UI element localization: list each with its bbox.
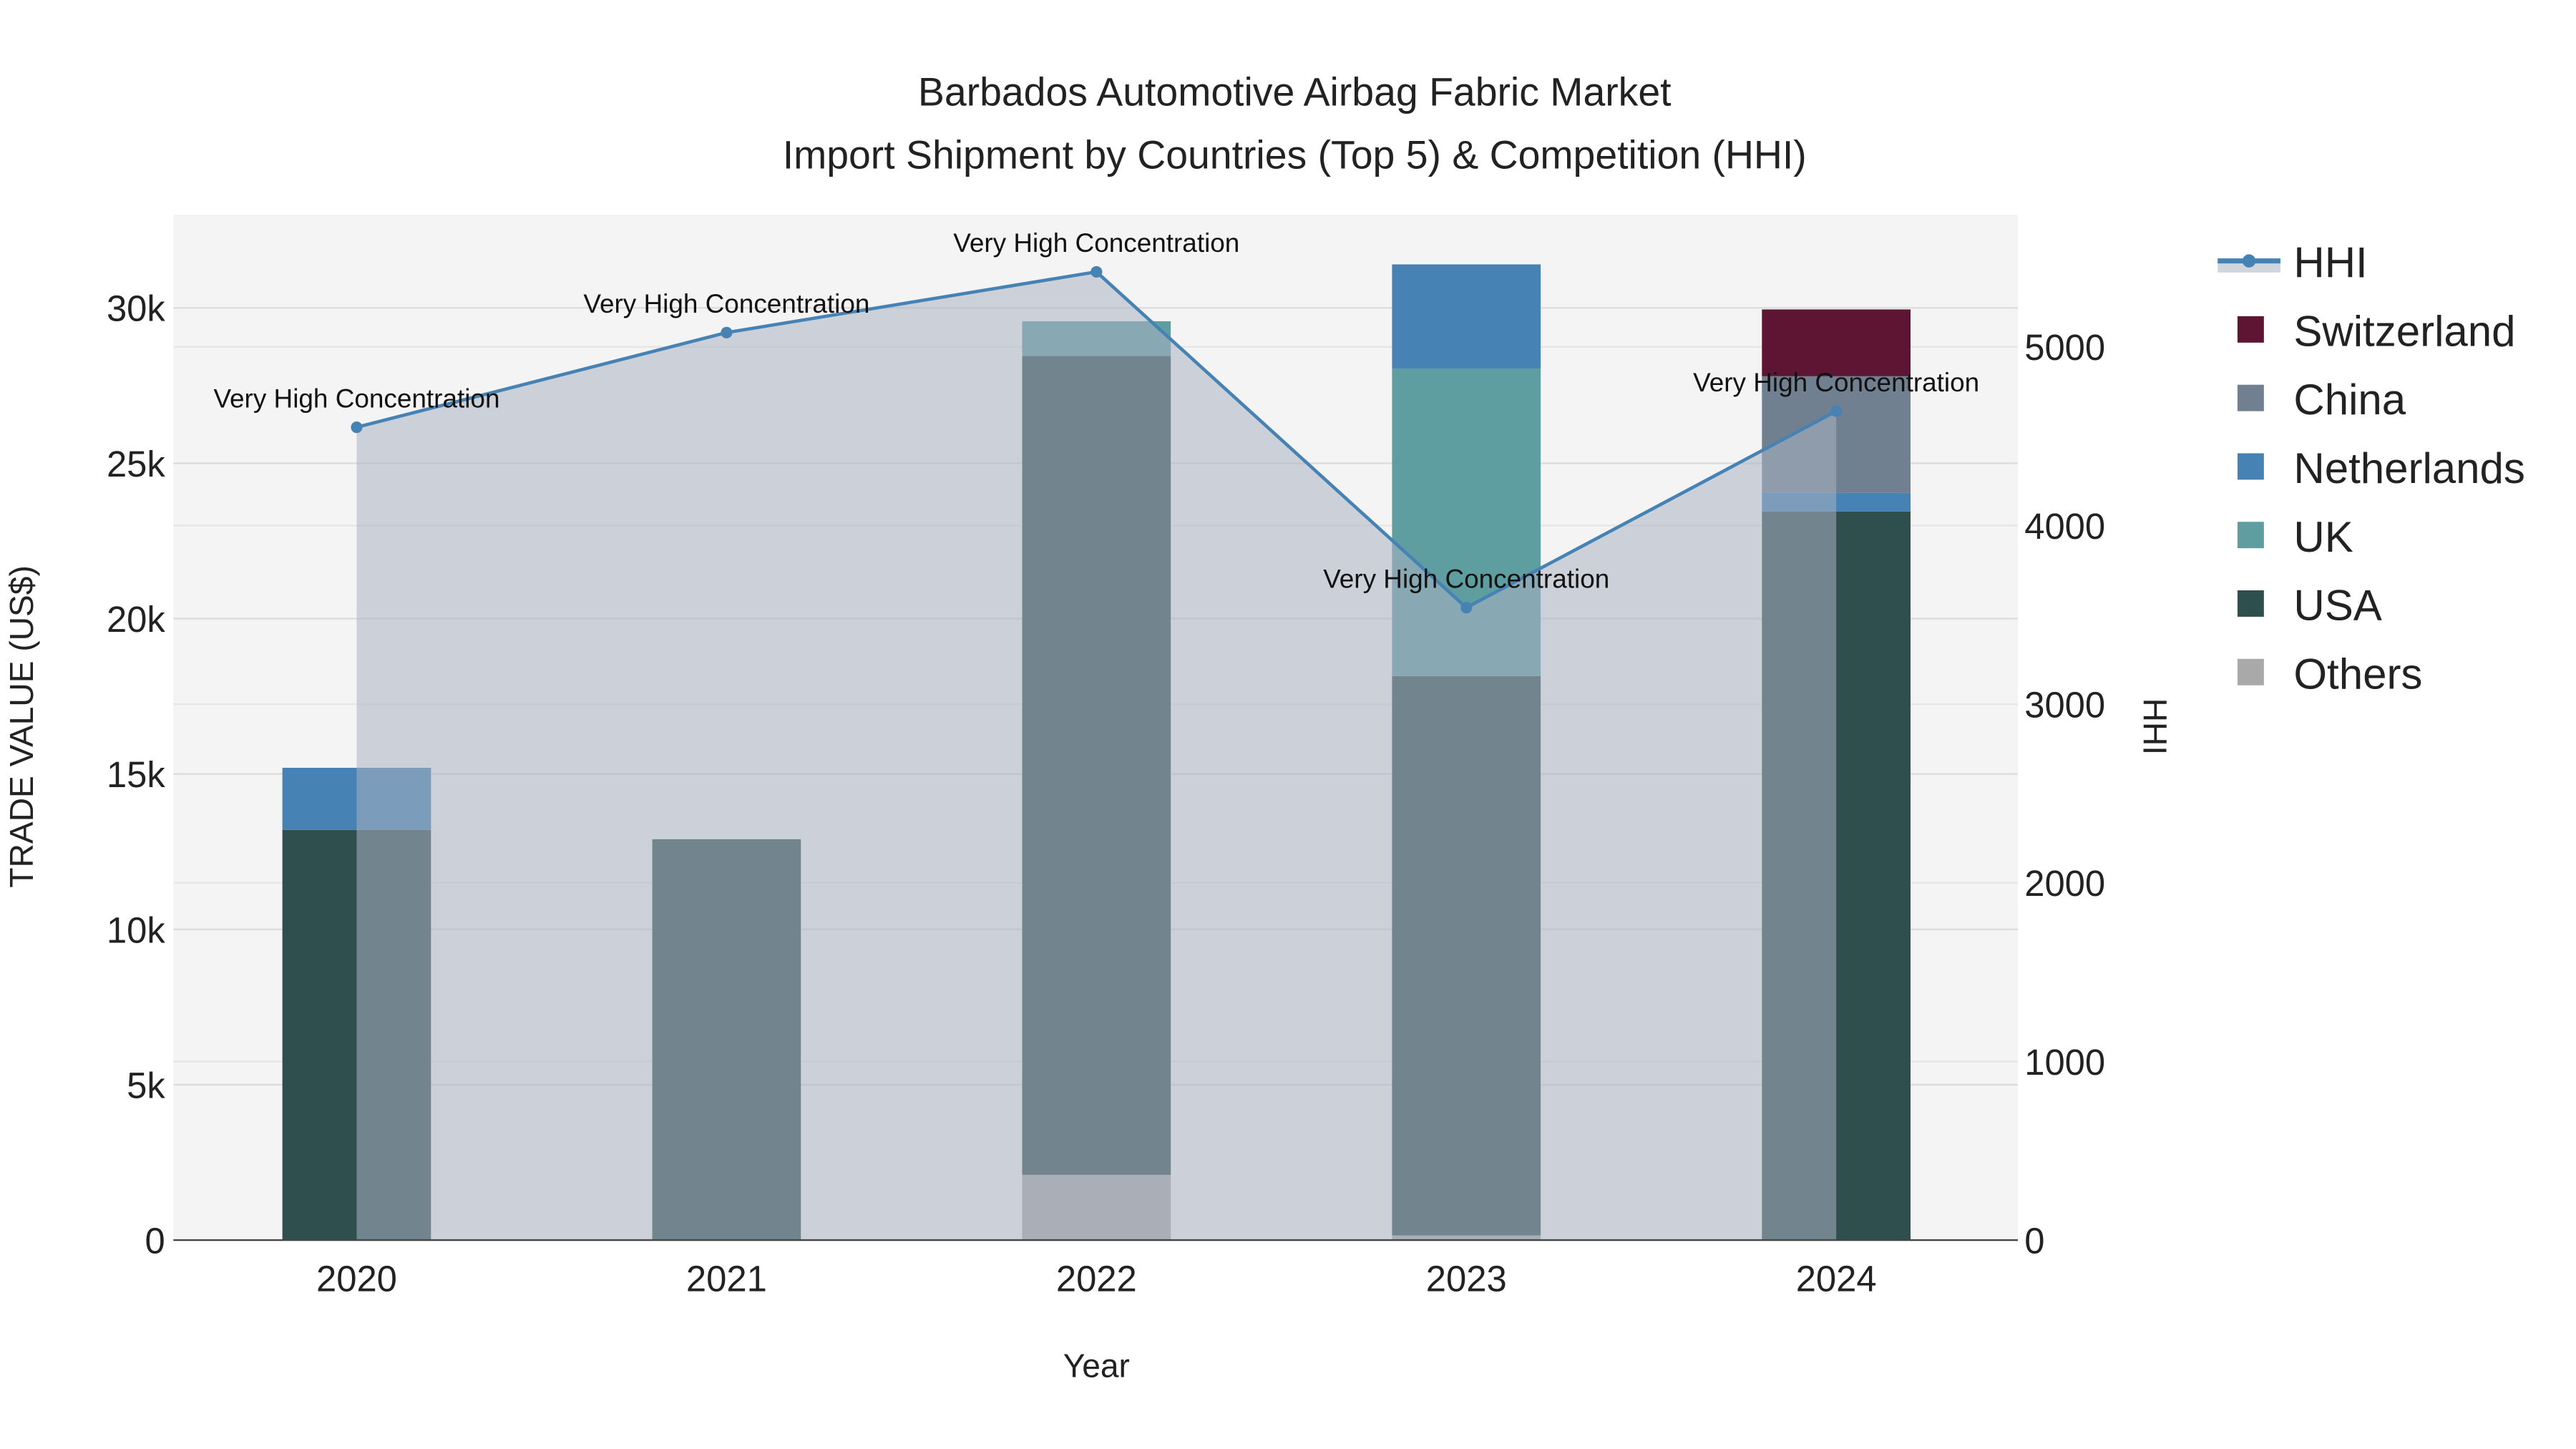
legend-label: Netherlands	[2293, 444, 2525, 492]
hhi-point	[1091, 265, 1103, 278]
chart: Barbados Automotive Airbag Fabric Market…	[3, 70, 2525, 1385]
y-tick-label: 10k	[107, 909, 165, 950]
y2-tick-label: 0	[2024, 1221, 2044, 1262]
hhi-annotation: Very High Concentration	[953, 228, 1239, 258]
y-tick-label: 30k	[107, 288, 165, 329]
legend-swatch-netherlands	[2237, 453, 2264, 480]
hhi-point	[1460, 602, 1473, 614]
legend-label: Switzerland	[2293, 307, 2515, 355]
y-tick-label: 0	[145, 1221, 165, 1262]
x-tick-label: 2024	[1796, 1259, 1877, 1299]
x-tick-label: 2020	[316, 1259, 397, 1299]
hhi-annotation: Very High Concentration	[1323, 565, 1609, 594]
legend-label: USA	[2293, 582, 2381, 630]
legend-hhi-marker	[2242, 254, 2256, 268]
legend-label: UK	[2293, 513, 2353, 561]
legend-swatch-switzerland	[2237, 316, 2264, 343]
hhi-point	[721, 326, 733, 338]
y2-tick-label: 4000	[2024, 506, 2105, 547]
y2-tick-label: 2000	[2024, 863, 2105, 904]
x-tick-label: 2022	[1056, 1259, 1137, 1299]
hhi-annotation: Very High Concentration	[213, 384, 499, 413]
y-axis-label: TRADE VALUE (US$)	[3, 565, 40, 887]
y2-tick-label: 5000	[2024, 327, 2105, 368]
x-tick-label: 2023	[1426, 1259, 1507, 1299]
legend-swatch-china	[2237, 384, 2264, 411]
legend-swatch-others	[2237, 658, 2264, 686]
y-tick-label: 20k	[107, 599, 165, 640]
y-tick-label: 15k	[107, 754, 165, 795]
chart-subtitle: Import Shipment by Countries (Top 5) & C…	[783, 132, 1807, 177]
chart-title: Barbados Automotive Airbag Fabric Market	[918, 70, 1672, 114]
legend-label: Others	[2293, 650, 2422, 698]
y-tick-label: 5k	[127, 1065, 165, 1106]
y2-axis-label: HHI	[2136, 698, 2173, 755]
hhi-point	[1830, 405, 1843, 417]
bar-netherlands	[1392, 264, 1541, 369]
hhi-annotation: Very High Concentration	[583, 289, 869, 318]
bar-switzerland	[1762, 309, 1911, 376]
hhi-annotation: Very High Concentration	[1693, 368, 1979, 397]
hhi-point	[351, 421, 363, 434]
legend-swatch-uk	[2237, 522, 2264, 549]
legend-label: China	[2293, 376, 2406, 424]
y-tick-label: 25k	[107, 444, 165, 484]
y2-tick-label: 1000	[2024, 1042, 2105, 1083]
legend-swatch-usa	[2237, 590, 2264, 617]
y2-tick-label: 3000	[2024, 685, 2105, 726]
legend-label: HHI	[2293, 239, 2367, 287]
x-axis-label: Year	[1063, 1347, 1130, 1385]
x-tick-label: 2021	[686, 1259, 767, 1299]
